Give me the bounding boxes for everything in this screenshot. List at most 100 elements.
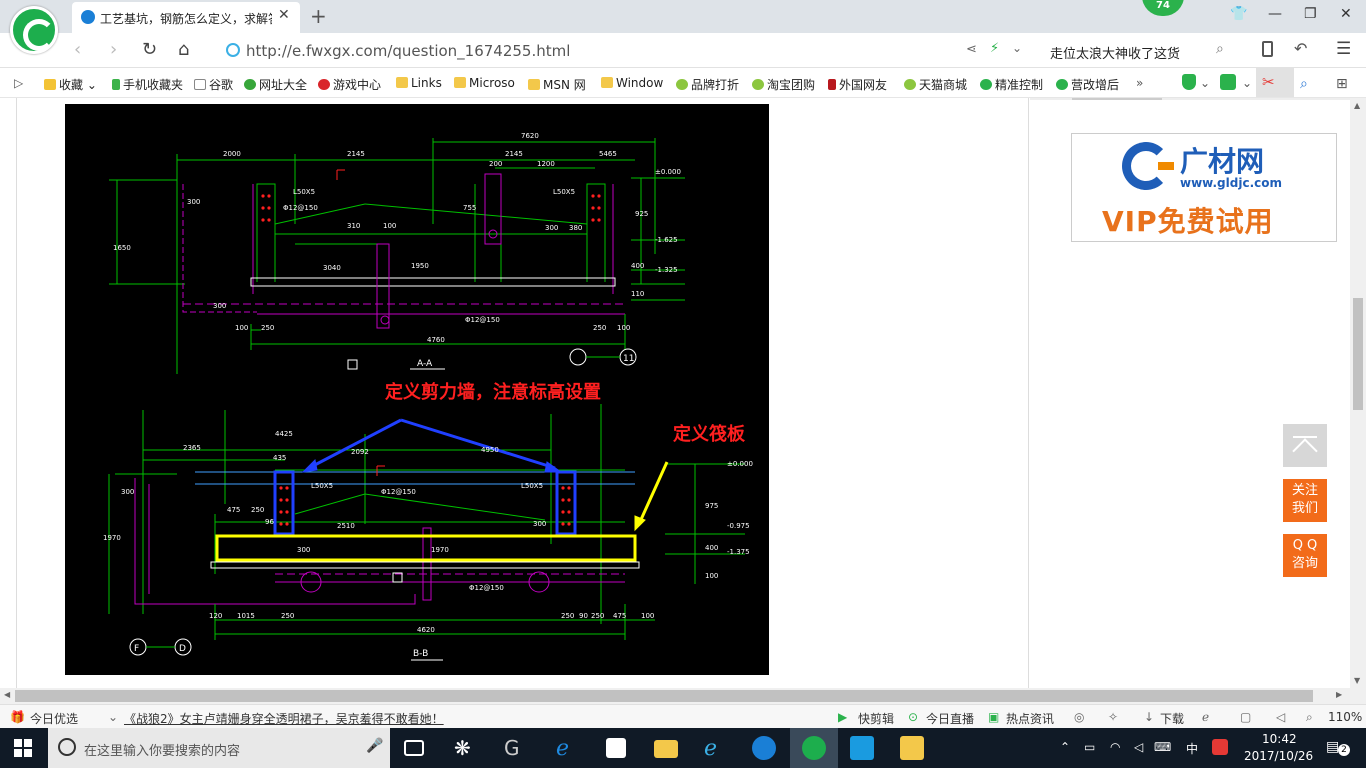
ime-indicator[interactable]: 中 <box>1186 740 1198 757</box>
chevron-down-icon[interactable]: ⌄ <box>1200 76 1210 90</box>
menu-icon[interactable]: ☰ <box>1336 39 1351 59</box>
tools-icon[interactable]: ✧ <box>1108 710 1118 724</box>
bookmark-item[interactable]: 谷歌 <box>194 76 233 93</box>
edge-browser-icon[interactable]: ℯ <box>556 736 580 761</box>
ie-icon[interactable]: ℯ <box>704 736 728 761</box>
windows-start-button[interactable] <box>14 739 32 757</box>
zoom-icon[interactable]: ⌕ <box>1306 710 1313 725</box>
search-icon[interactable]: ⌕ <box>1216 41 1224 57</box>
browser-logo[interactable] <box>10 6 58 54</box>
close-window-button[interactable]: ✕ <box>1340 6 1352 22</box>
notes-icon[interactable] <box>900 736 924 760</box>
vertical-scrollbar[interactable]: ▲ ▼ <box>1350 98 1366 688</box>
bookmark-item[interactable]: Links <box>396 76 442 90</box>
window-icon[interactable]: ▢ <box>1240 710 1251 724</box>
sidebar-toggle-icon[interactable]: ▷ <box>14 76 23 90</box>
browser-tab[interactable]: 工艺基坑，钢筋怎么定义，求解答 ✕ <box>72 2 300 33</box>
ie-mode-icon[interactable]: ℯ <box>1202 710 1209 724</box>
speed-icon[interactable]: ◎ <box>1074 710 1084 724</box>
news-ticker-link[interactable]: 《战狼2》女主卢靖姗身穿全透明裙子，吴京羞得不敢看她！ <box>124 710 444 727</box>
close-tab-icon[interactable]: ✕ <box>278 7 290 23</box>
bookmark-item[interactable]: 收藏 ⌄ <box>44 76 97 93</box>
show-hidden-icons[interactable]: ⌃ <box>1060 740 1070 754</box>
bookmark-item[interactable]: Window <box>601 76 663 90</box>
maximize-button[interactable]: ❐ <box>1304 6 1317 22</box>
scroll-thumb[interactable] <box>15 690 1313 702</box>
app-cross-icon[interactable] <box>850 736 874 760</box>
scroll-thumb[interactable] <box>1353 298 1363 410</box>
cad-label: 110 <box>631 290 644 298</box>
bookmark-item[interactable]: 天猫商城 <box>904 76 967 93</box>
bookmark-item[interactable]: 淘宝团购 <box>752 76 815 93</box>
phone-icon[interactable] <box>1262 41 1273 57</box>
notification-badge[interactable]: 74 <box>1142 0 1184 16</box>
bookmark-item[interactable]: 营改增后 <box>1056 76 1119 93</box>
taskbar-search-box[interactable]: 在这里输入你要搜索的内容 🎤 <box>48 728 390 768</box>
bookmark-item[interactable]: 游戏中心 <box>318 76 381 93</box>
share-icon[interactable]: ⋖ <box>966 42 977 57</box>
back-to-top-button[interactable] <box>1283 424 1327 467</box>
live-icon: ⊙ <box>908 710 919 724</box>
volume-icon[interactable]: ◁ <box>1134 740 1143 754</box>
new-tab-button[interactable]: + <box>310 4 327 28</box>
chevron-down-icon[interactable]: ⌄ <box>1012 41 1022 55</box>
bookmark-item[interactable]: 手机收藏夹 <box>112 76 183 93</box>
today-picks-link[interactable]: 今日优选 <box>30 710 78 727</box>
bookmark-item[interactable]: 外国网友 <box>828 76 887 93</box>
wifi-icon[interactable]: ◠ <box>1110 740 1120 754</box>
keyboard-icon[interactable]: ⌨ <box>1154 740 1171 754</box>
tab-title: 工艺基坑，钢筋怎么定义，求解答 <box>100 12 272 26</box>
pinwheel-icon[interactable]: ❋ <box>454 736 478 760</box>
search-input[interactable]: 走位太浪大神收了这货 <box>1050 43 1180 62</box>
bookmark-item[interactable]: Microso <box>454 76 515 90</box>
network-icon[interactable]: ▭ <box>1084 740 1095 754</box>
store-icon[interactable] <box>606 738 626 758</box>
translate-icon[interactable] <box>1220 74 1236 90</box>
chevron-down-icon[interactable]: ⌄ <box>1242 76 1252 90</box>
bookmark-item[interactable]: 品牌打折 <box>676 76 739 93</box>
minimize-button[interactable]: — <box>1268 6 1282 22</box>
shield-icon[interactable] <box>1182 74 1196 90</box>
folder-icon <box>454 77 466 88</box>
url-input[interactable]: http://e.fwxgx.com/question_1674255.html <box>246 42 570 60</box>
dim-label: 7620 <box>521 132 539 140</box>
cad-drawing-image[interactable]: 2000 2145 2145 5465 7620 200 1200 L50X5 … <box>65 104 769 675</box>
hot-news-link[interactable]: 热点资讯 <box>1006 710 1054 727</box>
clock-time[interactable]: 10:42 <box>1262 732 1297 746</box>
zoom-icon[interactable]: ⌕ <box>1300 76 1308 92</box>
bookmark-item[interactable]: MSN 网 <box>528 76 586 93</box>
horizontal-scrollbar[interactable]: ◀ ▶ <box>0 688 1366 704</box>
file-explorer-icon[interactable] <box>654 740 678 758</box>
forward-button[interactable]: › <box>110 39 117 60</box>
notification-icon[interactable]: ▤ <box>1326 739 1339 755</box>
mute-icon[interactable]: ◁ <box>1276 710 1285 724</box>
bookmark-item[interactable]: 精准控制 <box>980 76 1043 93</box>
quick-edit-link[interactable]: 快剪辑 <box>858 710 894 727</box>
live-link[interactable]: 今日直播 <box>926 710 974 727</box>
follow-us-button[interactable]: 关注我们 <box>1283 479 1327 522</box>
bookmark-item[interactable]: 网址大全 <box>244 76 307 93</box>
download-link[interactable]: 下载 <box>1160 710 1184 727</box>
tool-button[interactable]: ✂ <box>1256 68 1294 97</box>
shirt-icon[interactable]: 👕 <box>1230 6 1247 22</box>
qq-consult-button[interactable]: Q Q 咨询 <box>1283 534 1327 577</box>
back-button[interactable]: ‹ <box>74 39 81 60</box>
glodon-icon[interactable] <box>752 736 776 760</box>
task-view-icon[interactable] <box>404 740 424 756</box>
zoom-level[interactable]: 110% <box>1328 710 1362 724</box>
refresh-icon[interactable]: ↻ <box>142 39 157 60</box>
chevron-down-icon[interactable]: ⌄ <box>108 710 118 724</box>
more-bookmarks-icon[interactable]: » <box>1136 76 1143 90</box>
360-browser-icon[interactable] <box>802 736 826 760</box>
cad-label: -1.625 <box>655 236 678 244</box>
clock-date[interactable]: 2017/10/26 <box>1244 749 1313 763</box>
cad-label: 250 <box>593 324 606 332</box>
sogou-icon[interactable] <box>1212 739 1228 755</box>
app-g-icon[interactable]: G <box>504 736 528 760</box>
dim-label: 2145 <box>347 150 365 158</box>
undo-icon[interactable]: ↶ <box>1294 39 1307 58</box>
lightning-icon[interactable]: ⚡ <box>990 41 999 56</box>
gldjc-ad-banner[interactable]: 广材网 www.gldjc.com VIP免费试用 <box>1071 133 1337 242</box>
apps-grid-icon[interactable]: ⊞ <box>1336 76 1348 92</box>
home-icon[interactable]: ⌂ <box>178 39 189 60</box>
